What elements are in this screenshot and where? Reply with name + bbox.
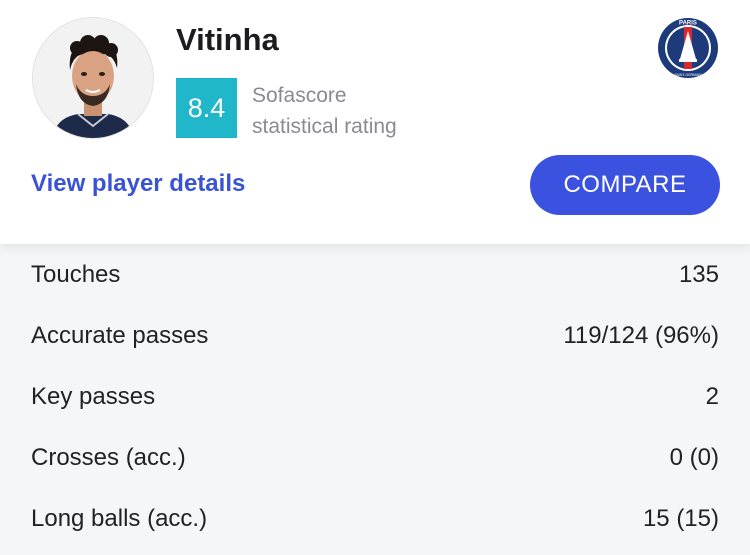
stat-label: Crosses (acc.) (31, 444, 186, 471)
club-badge-icon[interactable]: PARIS SAINT-GERMAIN (657, 17, 719, 79)
stat-value: 119/124 (96%) (563, 322, 719, 349)
stat-label: Accurate passes (31, 322, 209, 349)
stat-value: 15 (15) (642, 505, 719, 532)
stats-list: Touches 135 Accurate passes 119/124 (96%… (0, 244, 750, 549)
club-badge-subtext: SAINT-GERMAIN (674, 73, 702, 77)
player-header-card: Vitinha 8.4 Sofascore statistical rating… (0, 0, 750, 244)
compare-button[interactable]: COMPARE (530, 155, 720, 215)
stat-row-crosses: Crosses (acc.) 0 (0) (0, 427, 750, 488)
stat-value: 135 (678, 261, 719, 288)
player-avatar (32, 17, 154, 139)
stat-label: Long balls (acc.) (31, 505, 208, 532)
rating-label: Sofascore statistical rating (252, 80, 397, 142)
stat-row-touches: Touches 135 (0, 244, 750, 305)
rating-label-line2: statistical rating (252, 115, 397, 138)
club-badge-text: PARIS (679, 21, 697, 27)
stat-row-key-passes: Key passes 2 (0, 366, 750, 427)
stat-label: Touches (31, 261, 121, 288)
stat-value: 0 (0) (669, 444, 719, 471)
stat-value: 2 (705, 383, 719, 410)
stat-row-accurate-passes: Accurate passes 119/124 (96%) (0, 305, 750, 366)
stat-label: Key passes (31, 383, 156, 410)
player-photo-icon (33, 18, 153, 138)
player-name: Vitinha (176, 22, 279, 57)
stat-row-long-balls: Long balls (acc.) 15 (15) (0, 488, 750, 549)
rating-label-line1: Sofascore (252, 84, 347, 107)
rating-badge: 8.4 (176, 78, 237, 138)
view-player-details-link[interactable]: View player details (31, 170, 245, 198)
